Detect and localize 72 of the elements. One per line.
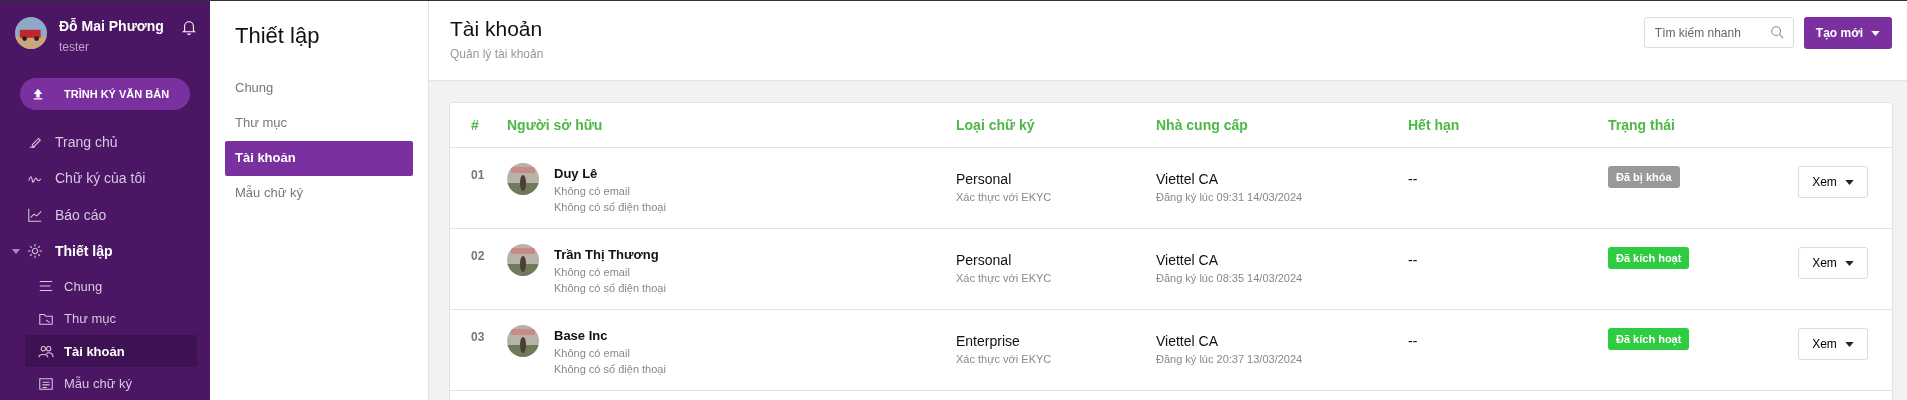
nav-item[interactable]: Chữ ký của tôi — [0, 160, 210, 197]
settings-menu-item[interactable]: Thư mục — [225, 106, 413, 141]
chart-icon — [27, 206, 43, 223]
caret-icon — [12, 247, 20, 256]
verification-method: Xác thực với EKYC — [956, 353, 1053, 365]
view-dropdown-button[interactable]: Xem — [1798, 328, 1868, 360]
user-name: Đỗ Mai Phương — [59, 18, 165, 34]
users-icon — [38, 343, 54, 360]
nav-subitem[interactable]: Mẫu chữ ký — [25, 367, 197, 400]
signature-type: Enterprise — [956, 333, 1021, 349]
owner-phone: Không có số điện thoại — [554, 363, 666, 375]
nav-subitem[interactable]: Chung — [25, 269, 197, 303]
form-icon — [38, 375, 54, 392]
settings-icon — [27, 243, 43, 260]
registration-time: Đăng ký lúc 20:37 13/03/2024 — [1156, 353, 1304, 365]
provider-name: Viettel CA — [1156, 252, 1219, 268]
status-badge: Đã kích hoạt — [1608, 328, 1690, 350]
provider-name: Viettel CA — [1156, 333, 1219, 349]
column-header: Người sở hữu — [507, 117, 604, 133]
registration-time: Đăng ký lúc 09:31 14/03/2024 — [1156, 191, 1304, 203]
nav-item[interactable]: Báo cáo — [0, 196, 210, 234]
column-header: # — [470, 117, 480, 133]
nav-subitem[interactable]: Tài khoản — [25, 334, 197, 368]
column-header: Loại chữ ký — [956, 117, 1036, 133]
view-dropdown-button[interactable]: Xem — [1798, 247, 1868, 279]
user-role: tester — [59, 40, 90, 54]
column-header: Trạng thái — [1608, 117, 1676, 133]
status-badge: Đã kích hoạt — [1608, 247, 1690, 269]
column-header: Nhà cung cấp — [1156, 117, 1249, 133]
signature-type: Personal — [956, 252, 1013, 268]
expiry-date: -- — [1408, 251, 1419, 268]
page-title: Tài khoản — [450, 17, 544, 41]
create-button[interactable]: Tạo mới — [1803, 17, 1892, 49]
view-dropdown-button[interactable]: Xem — [1798, 166, 1868, 198]
verification-method: Xác thực với EKYC — [956, 191, 1053, 203]
caret-icon — [1844, 179, 1854, 185]
list-icon — [38, 278, 54, 294]
owner-email: Không có email — [554, 266, 631, 278]
nav-item[interactable]: Thiết lập — [0, 233, 210, 270]
caret-icon — [1844, 341, 1854, 347]
caret-icon — [1844, 260, 1854, 266]
search-field[interactable]: Tìm kiếm nhanh — [1643, 17, 1794, 48]
owner-phone: Không có số điện thoại — [554, 282, 666, 294]
expiry-date: -- — [1408, 170, 1419, 187]
signature-type: Personal — [956, 171, 1013, 187]
registration-time: Đăng ký lúc 08:35 14/03/2024 — [1156, 272, 1304, 284]
settings-menu-item[interactable]: Chung — [225, 71, 413, 106]
status-badge: Đã bị khóa — [1608, 166, 1680, 188]
settings-menu-item[interactable]: Mẫu chữ ký — [225, 176, 413, 211]
nav-subitem[interactable]: Thư mục — [25, 302, 197, 335]
nav-item[interactable]: Trang chủ — [0, 123, 210, 161]
settings-menu-item[interactable]: Tài khoản — [225, 141, 413, 176]
owner-name: Trần Thị Thương — [554, 247, 660, 262]
owner-phone: Không có số điện thoại — [554, 201, 666, 213]
expiry-date: -- — [1408, 332, 1419, 349]
page-subtitle: Quản lý tài khoản — [450, 47, 545, 61]
owner-email: Không có email — [554, 347, 631, 359]
submit-document-button[interactable]: TRÌNH KÝ VĂN BẢN — [20, 78, 190, 110]
upload-icon — [32, 87, 44, 100]
settings-title: Thiết lập — [235, 23, 321, 49]
owner-email: Không có email — [554, 185, 631, 197]
owner-name: Duy Lê — [554, 166, 599, 181]
owner-name: Base Inc — [554, 328, 609, 343]
provider-name: Viettel CA — [1156, 171, 1219, 187]
row-number: 02 — [470, 248, 486, 263]
verification-method: Xác thực với EKYC — [956, 272, 1053, 284]
row-number: 03 — [470, 329, 486, 344]
search-icon — [1769, 25, 1784, 39]
notification-bell-icon[interactable] — [182, 19, 196, 35]
row-number: 01 — [470, 167, 486, 182]
caret-icon — [1871, 30, 1880, 36]
column-header: Hết hạn — [1408, 117, 1461, 133]
